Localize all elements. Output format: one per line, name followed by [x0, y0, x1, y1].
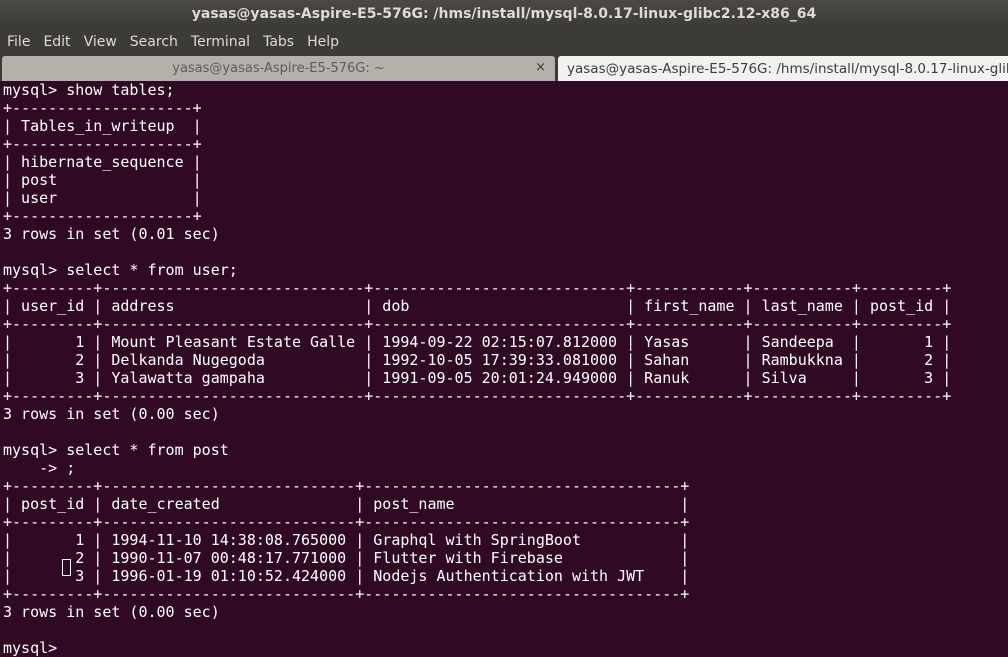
terminal-line: | 3 | 1996-01-19 01:10:52.424000 | Nodej… [3, 567, 690, 585]
terminal-line: | 2 | Delkanda Nugegoda | 1992-10-05 17:… [3, 351, 952, 369]
menu-file[interactable]: File [0, 34, 36, 50]
menu-tabs[interactable]: Tabs [256, 34, 300, 50]
window-title: yasas@yasas-Aspire-E5-576G: /hms/install… [191, 6, 817, 22]
terminal-line: | 1 | 1994-11-10 14:38:08.765000 | Graph… [3, 531, 690, 549]
menu-search[interactable]: Search [123, 34, 184, 50]
terminal-line: +--------------------+ [3, 207, 202, 225]
terminal-line: mysql> [3, 639, 67, 657]
terminal-line: +--------------------+ [3, 135, 202, 153]
terminal-line: 3 rows in set (0.01 sec) [3, 225, 220, 243]
terminal-line: -> ; [3, 459, 76, 477]
tab-home-label: yasas@yasas-Aspire-E5-576G: ~ [172, 61, 385, 76]
tab-mysql-label: yasas@yasas-Aspire-E5-576G: /hms/install… [567, 60, 1008, 77]
close-icon[interactable]: × [535, 60, 546, 75]
terminal-line: | hibernate_sequence | [3, 153, 202, 171]
terminal-line: +---------+-----------------------------… [3, 387, 952, 405]
terminal-line: +---------+----------------------------+… [3, 585, 690, 603]
terminal-line: | 1 | Mount Pleasant Estate Galle | 1994… [3, 333, 952, 351]
terminal-line: +---------+----------------------------+… [3, 513, 690, 531]
terminal-line: | post_id | date_created | post_name | [3, 495, 690, 513]
menu-bar: File Edit View Search Terminal Tabs Help [0, 28, 1008, 55]
terminal-text: mysql> show tables; +--------------------… [3, 81, 1008, 657]
menu-view[interactable]: View [77, 34, 123, 50]
menu-help[interactable]: Help [300, 34, 345, 50]
terminal-output[interactable]: mysql> show tables; +--------------------… [3, 81, 1008, 657]
terminal-line: | 3 | Yalawatta gampaha | 1991-09-05 20:… [3, 369, 952, 387]
tab-mysql[interactable]: yasas@yasas-Aspire-E5-576G: /hms/install… [558, 56, 1008, 81]
terminal-line: +---------+----------------------------+… [3, 477, 690, 495]
terminal-line: | 2 | 1990-11-07 00:48:17.771000 | Flutt… [3, 549, 690, 567]
terminal-line: +--------------------+ [3, 99, 202, 117]
terminal-line: 3 rows in set (0.00 sec) [3, 603, 220, 621]
terminal-line: | post | [3, 171, 202, 189]
menu-edit[interactable]: Edit [36, 34, 76, 50]
terminal-line: +---------+-----------------------------… [3, 315, 952, 333]
window-titlebar[interactable]: yasas@yasas-Aspire-E5-576G: /hms/install… [0, 0, 1008, 28]
terminal-cursor [62, 559, 71, 576]
terminal-line: | user | [3, 189, 202, 207]
terminal-line: mysql> select * from post [3, 441, 229, 459]
tab-bar: yasas@yasas-Aspire-E5-576G: ~ × yasas@ya… [0, 55, 1008, 81]
terminal-line: | Tables_in_writeup | [3, 117, 202, 135]
terminal-line: 3 rows in set (0.00 sec) [3, 405, 220, 423]
menu-terminal[interactable]: Terminal [184, 34, 256, 50]
terminal-line: | user_id | address | dob | first_name |… [3, 297, 952, 315]
terminal-line: mysql> show tables; [3, 81, 175, 99]
terminal-line: mysql> select * from user; [3, 261, 238, 279]
terminal-line: +---------+-----------------------------… [3, 279, 952, 297]
tab-home[interactable]: yasas@yasas-Aspire-E5-576G: ~ × [2, 56, 555, 81]
